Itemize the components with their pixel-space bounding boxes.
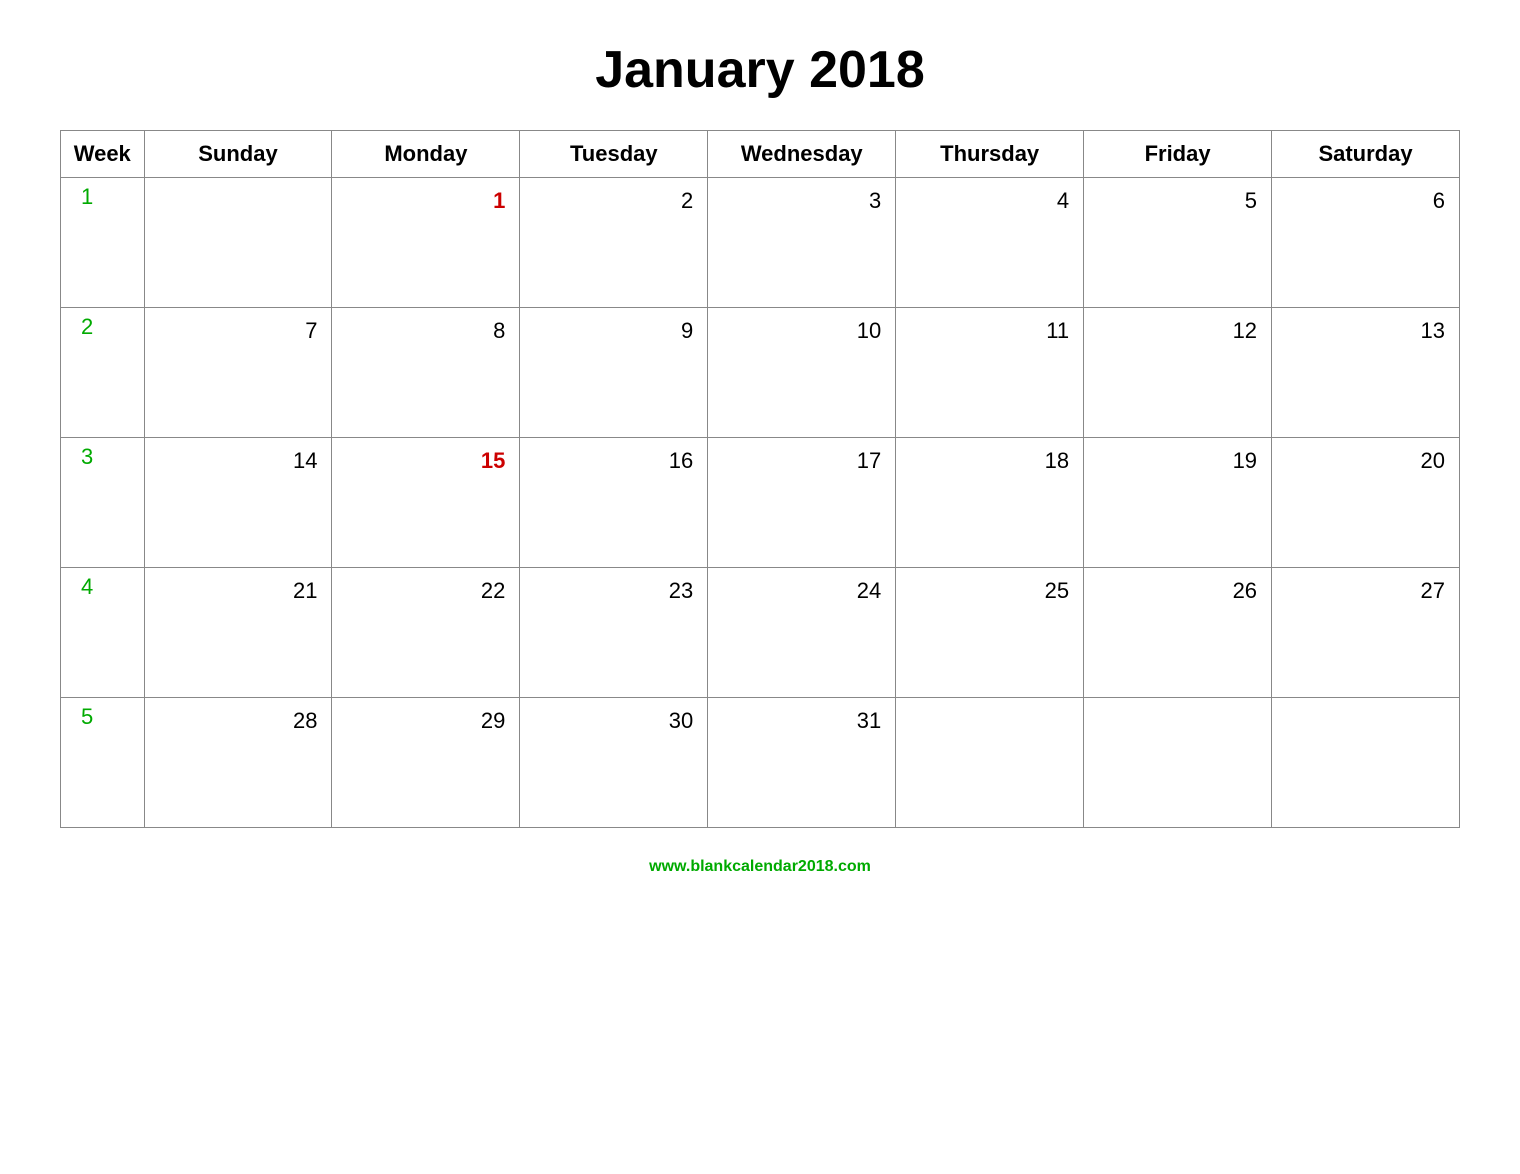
week-number-cell: 2 bbox=[61, 308, 145, 438]
day-number: 13 bbox=[1280, 314, 1451, 344]
day-cell: 12 bbox=[1084, 308, 1272, 438]
day-cell: 1 bbox=[332, 178, 520, 308]
column-header-friday: Friday bbox=[1084, 131, 1272, 178]
day-cell: 10 bbox=[708, 308, 896, 438]
column-header-sunday: Sunday bbox=[144, 131, 332, 178]
day-cell bbox=[144, 178, 332, 308]
week-number-cell: 4 bbox=[61, 568, 145, 698]
day-cell: 18 bbox=[896, 438, 1084, 568]
column-header-tuesday: Tuesday bbox=[520, 131, 708, 178]
day-cell: 26 bbox=[1084, 568, 1272, 698]
day-number: 10 bbox=[716, 314, 887, 344]
day-cell: 31 bbox=[708, 698, 896, 828]
day-cell: 22 bbox=[332, 568, 520, 698]
day-cell: 19 bbox=[1084, 438, 1272, 568]
day-cell: 21 bbox=[144, 568, 332, 698]
day-cell: 7 bbox=[144, 308, 332, 438]
day-number: 2 bbox=[528, 184, 699, 214]
day-number: 9 bbox=[528, 314, 699, 344]
table-row: 3 14 15 16 17 18 19 20 bbox=[61, 438, 1460, 568]
day-cell: 11 bbox=[896, 308, 1084, 438]
day-cell: 9 bbox=[520, 308, 708, 438]
day-cell: 3 bbox=[708, 178, 896, 308]
day-number: 31 bbox=[716, 704, 887, 734]
day-cell: 29 bbox=[332, 698, 520, 828]
day-cell: 28 bbox=[144, 698, 332, 828]
day-number: 8 bbox=[340, 314, 511, 344]
table-row: 5 28 29 30 31 bbox=[61, 698, 1460, 828]
day-number: 16 bbox=[528, 444, 699, 474]
week-number: 2 bbox=[69, 306, 93, 339]
page-title: January 2018 bbox=[595, 40, 925, 100]
day-cell: 30 bbox=[520, 698, 708, 828]
week-number: 4 bbox=[69, 566, 93, 599]
day-number: 30 bbox=[528, 704, 699, 734]
column-header-thursday: Thursday bbox=[896, 131, 1084, 178]
column-header-week: Week bbox=[61, 131, 145, 178]
day-number: 7 bbox=[153, 314, 324, 344]
week-number: 1 bbox=[69, 176, 93, 209]
day-number: 1 bbox=[340, 184, 511, 214]
calendar-table: WeekSundayMondayTuesdayWednesdayThursday… bbox=[60, 130, 1460, 828]
column-header-wednesday: Wednesday bbox=[708, 131, 896, 178]
day-number: 15 bbox=[340, 444, 511, 474]
day-cell: 23 bbox=[520, 568, 708, 698]
day-number: 24 bbox=[716, 574, 887, 604]
day-cell bbox=[1084, 698, 1272, 828]
week-number-cell: 1 bbox=[61, 178, 145, 308]
day-number: 18 bbox=[904, 444, 1075, 474]
day-number: 14 bbox=[153, 444, 324, 474]
day-number: 12 bbox=[1092, 314, 1263, 344]
day-number: 27 bbox=[1280, 574, 1451, 604]
day-cell: 27 bbox=[1272, 568, 1460, 698]
day-cell: 4 bbox=[896, 178, 1084, 308]
table-row: 4 21 22 23 24 25 26 27 bbox=[61, 568, 1460, 698]
day-number: 17 bbox=[716, 444, 887, 474]
day-cell bbox=[1272, 698, 1460, 828]
week-number: 5 bbox=[69, 696, 93, 729]
day-number: 26 bbox=[1092, 574, 1263, 604]
day-number: 19 bbox=[1092, 444, 1263, 474]
day-cell bbox=[896, 698, 1084, 828]
day-number: 3 bbox=[716, 184, 887, 214]
week-number-cell: 5 bbox=[61, 698, 145, 828]
day-cell: 16 bbox=[520, 438, 708, 568]
day-cell: 24 bbox=[708, 568, 896, 698]
day-number: 28 bbox=[153, 704, 324, 734]
day-number: 11 bbox=[904, 314, 1075, 344]
day-cell: 25 bbox=[896, 568, 1084, 698]
day-number: 23 bbox=[528, 574, 699, 604]
day-number: 29 bbox=[340, 704, 511, 734]
footer-link[interactable]: www.blankcalendar2018.com bbox=[649, 858, 871, 876]
day-cell: 2 bbox=[520, 178, 708, 308]
week-number-cell: 3 bbox=[61, 438, 145, 568]
day-number: 6 bbox=[1280, 184, 1451, 214]
day-cell: 14 bbox=[144, 438, 332, 568]
day-cell: 20 bbox=[1272, 438, 1460, 568]
week-number: 3 bbox=[69, 436, 93, 469]
day-number: 22 bbox=[340, 574, 511, 604]
day-number: 21 bbox=[153, 574, 324, 604]
day-cell: 6 bbox=[1272, 178, 1460, 308]
day-number: 4 bbox=[904, 184, 1075, 214]
day-cell: 15 bbox=[332, 438, 520, 568]
day-number: 20 bbox=[1280, 444, 1451, 474]
day-number: 25 bbox=[904, 574, 1075, 604]
table-row: 2 789 10 11 12 13 bbox=[61, 308, 1460, 438]
day-cell: 8 bbox=[332, 308, 520, 438]
table-row: 1123456 bbox=[61, 178, 1460, 308]
day-cell: 13 bbox=[1272, 308, 1460, 438]
day-cell: 17 bbox=[708, 438, 896, 568]
day-number: 5 bbox=[1092, 184, 1263, 214]
column-header-monday: Monday bbox=[332, 131, 520, 178]
column-header-saturday: Saturday bbox=[1272, 131, 1460, 178]
day-cell: 5 bbox=[1084, 178, 1272, 308]
